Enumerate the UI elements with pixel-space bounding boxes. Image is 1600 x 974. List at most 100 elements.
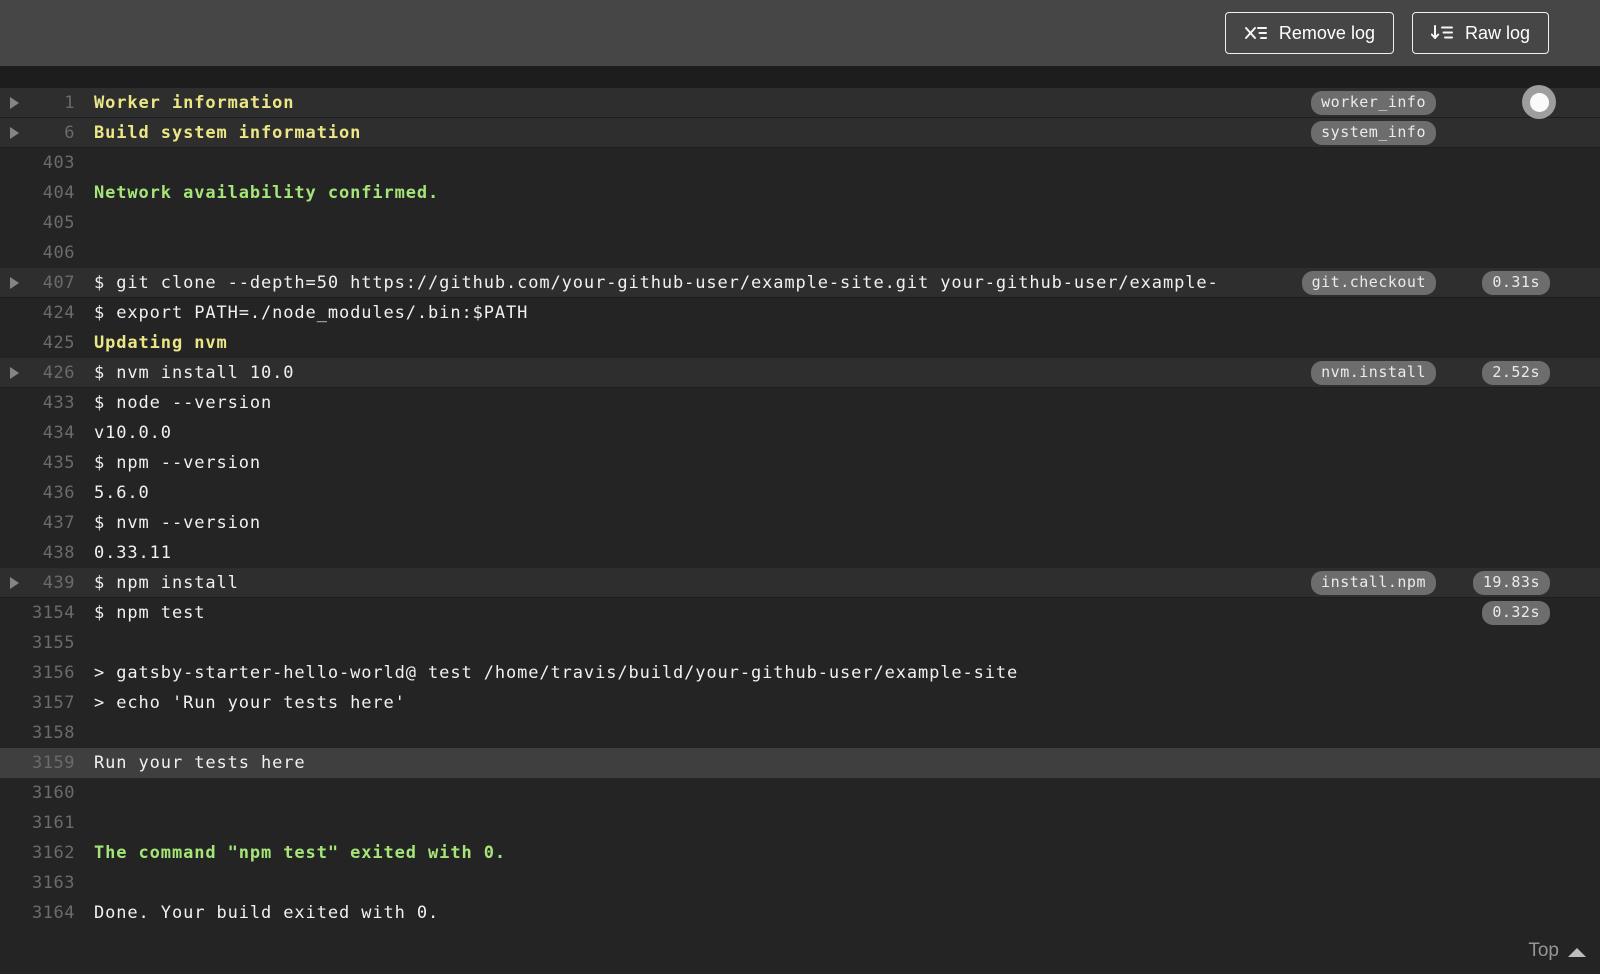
scroll-top-arrow-icon [1568,947,1586,957]
log-view: 1 Worker information worker_info 6 Build sys… [0,85,1600,974]
duration-badge: 19.83s [1472,571,1550,595]
log-row: 406 [0,238,1600,268]
log-rows: 1 Worker information worker_info 6 Build sys… [0,88,1600,928]
line-number[interactable]: 3160 [24,783,75,803]
log-row[interactable]: 407 $ git clone --depth=50 https://github… [0,268,1600,298]
line-number[interactable]: 3163 [24,873,75,893]
fold-arrow-icon[interactable] [0,97,24,109]
duration-badge: 0.32s [1482,601,1550,625]
log-line-text: $ export PATH=./node_modules/.bin:$PATH [94,303,529,323]
scroll-to-top-link[interactable]: Top [1528,940,1586,962]
line-number[interactable]: 404 [24,183,75,203]
log-row: 3160 [0,778,1600,808]
log-row: 3156 > gatsby-starter-hello-world@ test /… [0,658,1600,688]
log-line-text: Build system information [94,123,362,143]
fold-name-badge: system_info [1311,121,1436,145]
log-toolbar: Remove log Raw log [0,0,1600,66]
log-line-text: > gatsby-starter-hello-world@ test /home… [94,663,1019,683]
line-number[interactable]: 3156 [24,663,75,683]
line-number[interactable]: 6 [24,123,75,143]
raw-log-icon [1430,24,1454,42]
line-number[interactable]: 1 [24,93,75,113]
log-row[interactable]: 6 Build system information system_info [0,118,1600,148]
remove-log-icon [1244,24,1268,42]
line-number[interactable]: 405 [24,213,75,233]
log-row: 3159 Run your tests here [0,748,1600,778]
log-line-text: 5.6.0 [94,483,150,503]
line-number[interactable]: 439 [24,573,75,593]
log-line-text: Done. Your build exited with 0. [94,903,440,923]
log-line-text: v10.0.0 [94,423,172,443]
log-line-text: Network availability confirmed. [94,183,440,203]
log-row: 3155 [0,628,1600,658]
log-line-text: Run your tests here [94,753,306,773]
log-line-text: $ nvm --version [94,513,262,533]
line-number[interactable]: 425 [24,333,75,353]
line-number[interactable]: 426 [24,363,75,383]
log-row: 437 $ nvm --version [0,508,1600,538]
log-row: 3154 $ npm test 0.32s [0,598,1600,628]
line-number[interactable]: 3161 [24,813,75,833]
fold-arrow-triangle [10,277,19,289]
duration-badge: 2.52s [1482,361,1550,385]
line-number[interactable]: 3159 [24,753,75,773]
log-row[interactable]: 1 Worker information worker_info [0,88,1600,118]
log-row: 3162 The command "npm test" exited with 0… [0,838,1600,868]
log-row: 438 0.33.11 [0,538,1600,568]
fold-arrow-triangle [10,127,19,139]
log-row: 3158 [0,718,1600,748]
raw-log-label: Raw log [1464,22,1530,43]
fold-arrow-triangle [10,97,19,109]
log-line-text: > echo 'Run your tests here' [94,693,406,713]
fold-arrow-icon[interactable] [0,367,24,379]
line-number[interactable]: 403 [24,153,75,173]
log-row: 3164 Done. Your build exited with 0. [0,898,1600,928]
log-footer: Top [0,928,1600,974]
fold-arrow-icon[interactable] [0,577,24,589]
line-number[interactable]: 435 [24,453,75,473]
log-line-text: $ nvm install 10.0 [94,363,295,383]
fold-arrow-triangle [10,367,19,379]
log-line-text: $ npm install [94,573,239,593]
line-number[interactable]: 407 [24,273,75,293]
log-line-text: 0.33.11 [94,543,172,563]
line-number[interactable]: 3158 [24,723,75,743]
log-line-text: $ git clone --depth=50 https://github.co… [94,273,1219,293]
fold-arrow-icon[interactable] [0,277,24,289]
log-row: 436 5.6.0 [0,478,1600,508]
log-line-text: $ npm test [94,603,206,623]
log-row: 405 [0,208,1600,238]
line-number[interactable]: 434 [24,423,75,443]
log-row[interactable]: 439 $ npm install install.npm 19.83s [0,568,1600,598]
log-row: 3163 [0,868,1600,898]
line-number[interactable]: 437 [24,513,75,533]
log-row[interactable]: 426 $ nvm install 10.0 nvm.install 2.52s [0,358,1600,388]
log-row: 403 [0,148,1600,178]
log-row: 404 Network availability confirmed. [0,178,1600,208]
fold-name-badge: git.checkout [1301,271,1436,295]
log-line-text: $ node --version [94,393,273,413]
line-number[interactable]: 3154 [24,603,75,623]
line-number[interactable]: 436 [24,483,75,503]
remove-log-button[interactable]: Remove log [1224,12,1394,54]
line-number[interactable]: 3162 [24,843,75,863]
log-row: 424 $ export PATH=./node_modules/.bin:$PA… [0,298,1600,328]
follow-log-toggle[interactable] [1522,85,1556,119]
log-line-text: Worker information [94,93,295,113]
fold-name-badge: nvm.install [1311,361,1436,385]
line-number[interactable]: 3157 [24,693,75,713]
follow-log-toggle-inner [1529,92,1549,112]
line-number[interactable]: 3155 [24,633,75,653]
log-row: 425 Updating nvm [0,328,1600,358]
raw-log-button[interactable]: Raw log [1411,12,1549,54]
line-number[interactable]: 406 [24,243,75,263]
line-number[interactable]: 3164 [24,903,75,923]
fold-arrow-icon[interactable] [0,127,24,139]
line-number[interactable]: 433 [24,393,75,413]
fold-name-badge: worker_info [1311,91,1436,115]
scroll-top-label: Top [1528,940,1559,961]
log-row: 3161 [0,808,1600,838]
line-number[interactable]: 424 [24,303,75,323]
log-row: 435 $ npm --version [0,448,1600,478]
line-number[interactable]: 438 [24,543,75,563]
